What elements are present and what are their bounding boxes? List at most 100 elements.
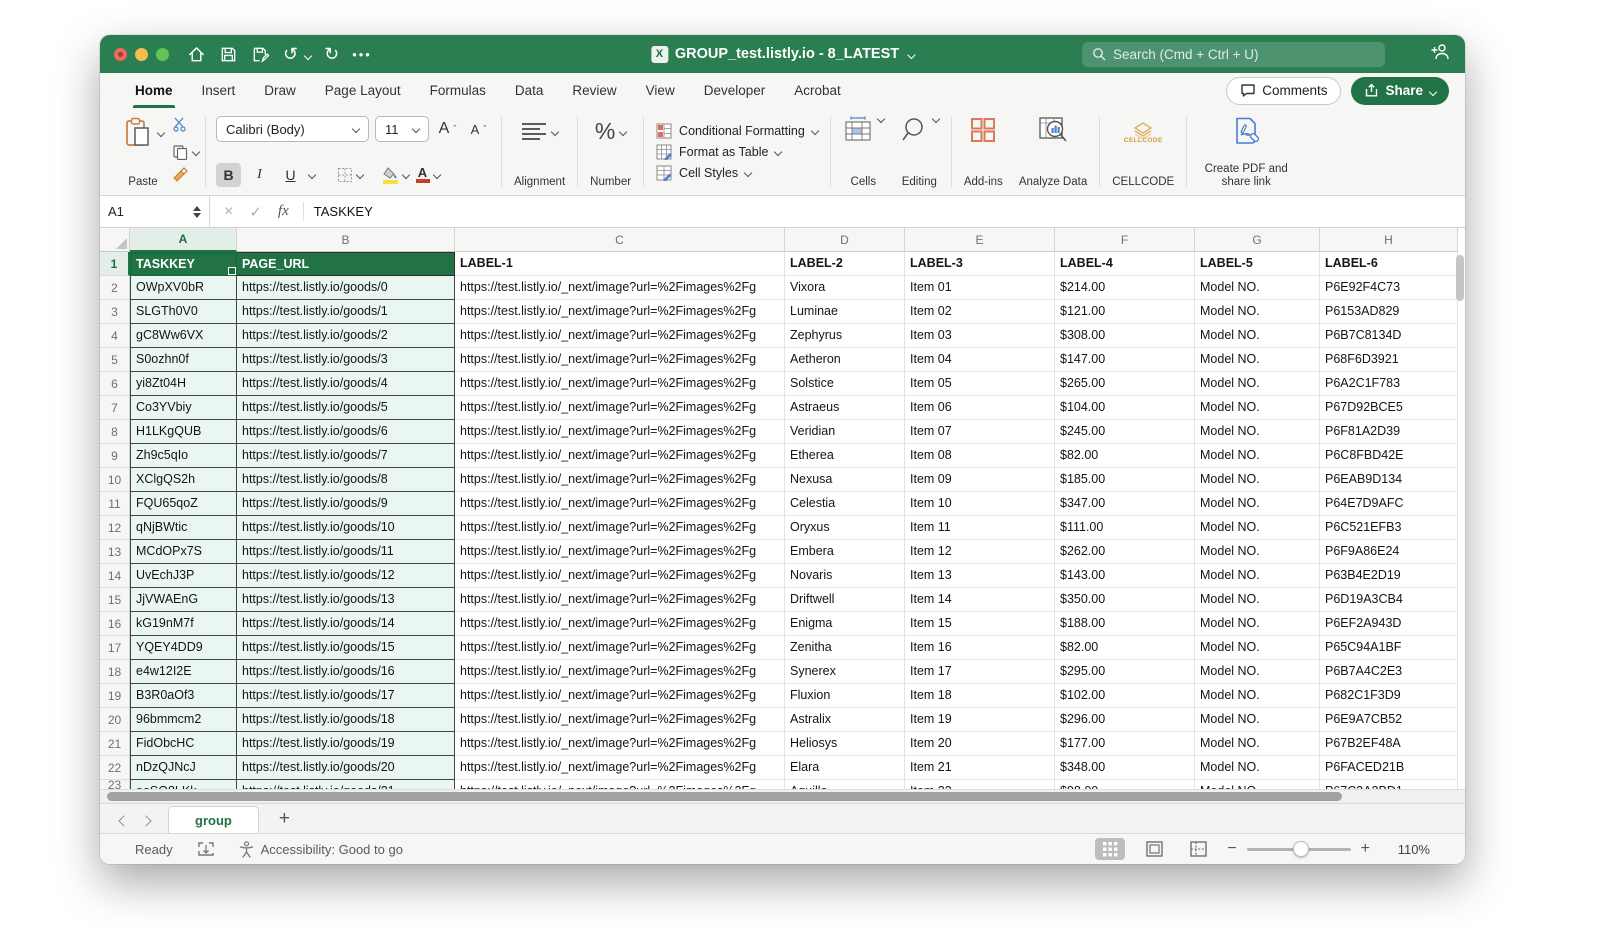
column-header-D[interactable]: D bbox=[785, 228, 905, 252]
font-color-button[interactable]: A bbox=[415, 163, 440, 187]
more-toolbar-icon[interactable]: ••• bbox=[352, 47, 372, 62]
cell-A15[interactable]: JjVWAEnG bbox=[130, 588, 237, 612]
cell-A13[interactable]: MCdOPx7S bbox=[130, 540, 237, 564]
cell-styles-button[interactable]: Cell Styles bbox=[656, 165, 818, 181]
cell-H6[interactable]: P6A2C1F783 bbox=[1320, 372, 1458, 396]
font-name-select[interactable]: Calibri (Body) bbox=[216, 116, 369, 142]
column-header-A[interactable]: A bbox=[130, 228, 237, 252]
cell-D17[interactable]: Zenitha bbox=[785, 636, 905, 660]
cell-E15[interactable]: Item 14 bbox=[905, 588, 1055, 612]
cell-H1[interactable]: LABEL-6 bbox=[1320, 252, 1458, 276]
cell-G17[interactable]: Model NO. bbox=[1195, 636, 1320, 660]
tab-data[interactable]: Data bbox=[515, 73, 544, 108]
tab-view[interactable]: View bbox=[646, 73, 675, 108]
cell-G11[interactable]: Model NO. bbox=[1195, 492, 1320, 516]
cell-E4[interactable]: Item 03 bbox=[905, 324, 1055, 348]
cell-A2[interactable]: OWpXV0bR bbox=[130, 276, 237, 300]
cell-C6[interactable]: https://test.listly.io/_next/image?url=%… bbox=[455, 372, 785, 396]
cell-A7[interactable]: Co3YVbiy bbox=[130, 396, 237, 420]
home-icon[interactable] bbox=[187, 45, 206, 64]
cell-E12[interactable]: Item 11 bbox=[905, 516, 1055, 540]
insert-function-icon[interactable]: fx bbox=[278, 203, 289, 220]
cell-F1[interactable]: LABEL-4 bbox=[1055, 252, 1195, 276]
cell-E13[interactable]: Item 12 bbox=[905, 540, 1055, 564]
cell-D2[interactable]: Vixora bbox=[785, 276, 905, 300]
cell-H17[interactable]: P65C94A1BF bbox=[1320, 636, 1458, 660]
cell-D11[interactable]: Celestia bbox=[785, 492, 905, 516]
tab-insert[interactable]: Insert bbox=[202, 73, 236, 108]
decrease-font-size-button[interactable]: Aˇ bbox=[466, 117, 491, 141]
cell-D20[interactable]: Astralix bbox=[785, 708, 905, 732]
close-window-button[interactable] bbox=[114, 48, 127, 61]
cell-G15[interactable]: Model NO. bbox=[1195, 588, 1320, 612]
underline-button[interactable]: U bbox=[278, 163, 303, 187]
cell-G2[interactable]: Model NO. bbox=[1195, 276, 1320, 300]
save-as-icon[interactable] bbox=[251, 45, 270, 64]
cell-B4[interactable]: https://test.listly.io/goods/2 bbox=[237, 324, 455, 348]
row-header-12[interactable]: 12 bbox=[100, 516, 130, 540]
cell-H22[interactable]: P6FACED21B bbox=[1320, 756, 1458, 780]
comments-button[interactable]: Comments bbox=[1226, 77, 1341, 105]
cell-A20[interactable]: 96bmmcm2 bbox=[130, 708, 237, 732]
cell-B3[interactable]: https://test.listly.io/goods/1 bbox=[237, 300, 455, 324]
cell-G14[interactable]: Model NO. bbox=[1195, 564, 1320, 588]
cell-E19[interactable]: Item 18 bbox=[905, 684, 1055, 708]
column-header-F[interactable]: F bbox=[1055, 228, 1195, 252]
cell-C16[interactable]: https://test.listly.io/_next/image?url=%… bbox=[455, 612, 785, 636]
cell-F8[interactable]: $245.00 bbox=[1055, 420, 1195, 444]
sheet-tab-group[interactable]: group bbox=[168, 806, 259, 833]
cell-D19[interactable]: Fluxion bbox=[785, 684, 905, 708]
cell-A10[interactable]: XClgQS2h bbox=[130, 468, 237, 492]
cell-F17[interactable]: $82.00 bbox=[1055, 636, 1195, 660]
cell-E22[interactable]: Item 21 bbox=[905, 756, 1055, 780]
row-header-5[interactable]: 5 bbox=[100, 348, 130, 372]
cell-H20[interactable]: P6E9A7CB52 bbox=[1320, 708, 1458, 732]
format-as-table-button[interactable]: Format as Table bbox=[656, 144, 818, 160]
zoom-level[interactable]: 110% bbox=[1384, 842, 1430, 857]
zoom-in-icon[interactable]: + bbox=[1361, 840, 1370, 858]
cell-D15[interactable]: Driftwell bbox=[785, 588, 905, 612]
cell-G21[interactable]: Model NO. bbox=[1195, 732, 1320, 756]
column-header-H[interactable]: H bbox=[1320, 228, 1458, 252]
copy-icon[interactable] bbox=[172, 144, 199, 160]
cell-E14[interactable]: Item 13 bbox=[905, 564, 1055, 588]
cell-F11[interactable]: $347.00 bbox=[1055, 492, 1195, 516]
cell-A8[interactable]: H1LKgQUB bbox=[130, 420, 237, 444]
horizontal-scrollbar-thumb[interactable] bbox=[107, 792, 1342, 801]
select-all-button[interactable] bbox=[100, 228, 130, 252]
cell-D13[interactable]: Embera bbox=[785, 540, 905, 564]
cell-B18[interactable]: https://test.listly.io/goods/16 bbox=[237, 660, 455, 684]
cell-H12[interactable]: P6C521EFB3 bbox=[1320, 516, 1458, 540]
cell-H5[interactable]: P68F6D3921 bbox=[1320, 348, 1458, 372]
cell-D22[interactable]: Elara bbox=[785, 756, 905, 780]
row-header-13[interactable]: 13 bbox=[100, 540, 130, 564]
cell-D1[interactable]: LABEL-2 bbox=[785, 252, 905, 276]
cell-C10[interactable]: https://test.listly.io/_next/image?url=%… bbox=[455, 468, 785, 492]
cell-F5[interactable]: $147.00 bbox=[1055, 348, 1195, 372]
cell-E11[interactable]: Item 10 bbox=[905, 492, 1055, 516]
horizontal-scrollbar[interactable] bbox=[100, 789, 1465, 803]
cell-C17[interactable]: https://test.listly.io/_next/image?url=%… bbox=[455, 636, 785, 660]
cell-C4[interactable]: https://test.listly.io/_next/image?url=%… bbox=[455, 324, 785, 348]
cell-H2[interactable]: P6E92F4C73 bbox=[1320, 276, 1458, 300]
cell-H7[interactable]: P67D92BCE5 bbox=[1320, 396, 1458, 420]
fill-color-dropdown-icon[interactable] bbox=[402, 171, 410, 179]
cell-A3[interactable]: SLGTh0V0 bbox=[130, 300, 237, 324]
cell-H11[interactable]: P64E7D9AFC bbox=[1320, 492, 1458, 516]
cell-C12[interactable]: https://test.listly.io/_next/image?url=%… bbox=[455, 516, 785, 540]
cell-H19[interactable]: P682C1F3D9 bbox=[1320, 684, 1458, 708]
paste-button[interactable]: Paste bbox=[114, 108, 172, 195]
cell-C14[interactable]: https://test.listly.io/_next/image?url=%… bbox=[455, 564, 785, 588]
cell-H10[interactable]: P6EAB9D134 bbox=[1320, 468, 1458, 492]
cell-C15[interactable]: https://test.listly.io/_next/image?url=%… bbox=[455, 588, 785, 612]
cell-A6[interactable]: yi8Zt04H bbox=[130, 372, 237, 396]
cell-G22[interactable]: Model NO. bbox=[1195, 756, 1320, 780]
cell-C7[interactable]: https://test.listly.io/_next/image?url=%… bbox=[455, 396, 785, 420]
font-color-dropdown-icon[interactable] bbox=[432, 171, 440, 179]
name-box-spinner[interactable] bbox=[193, 206, 201, 218]
cell-G3[interactable]: Model NO. bbox=[1195, 300, 1320, 324]
previous-sheet-icon[interactable] bbox=[118, 815, 129, 826]
borders-dropdown-icon[interactable] bbox=[356, 171, 364, 179]
cell-C9[interactable]: https://test.listly.io/_next/image?url=%… bbox=[455, 444, 785, 468]
create-pdf-button[interactable]: Create PDF and share link bbox=[1191, 108, 1301, 195]
